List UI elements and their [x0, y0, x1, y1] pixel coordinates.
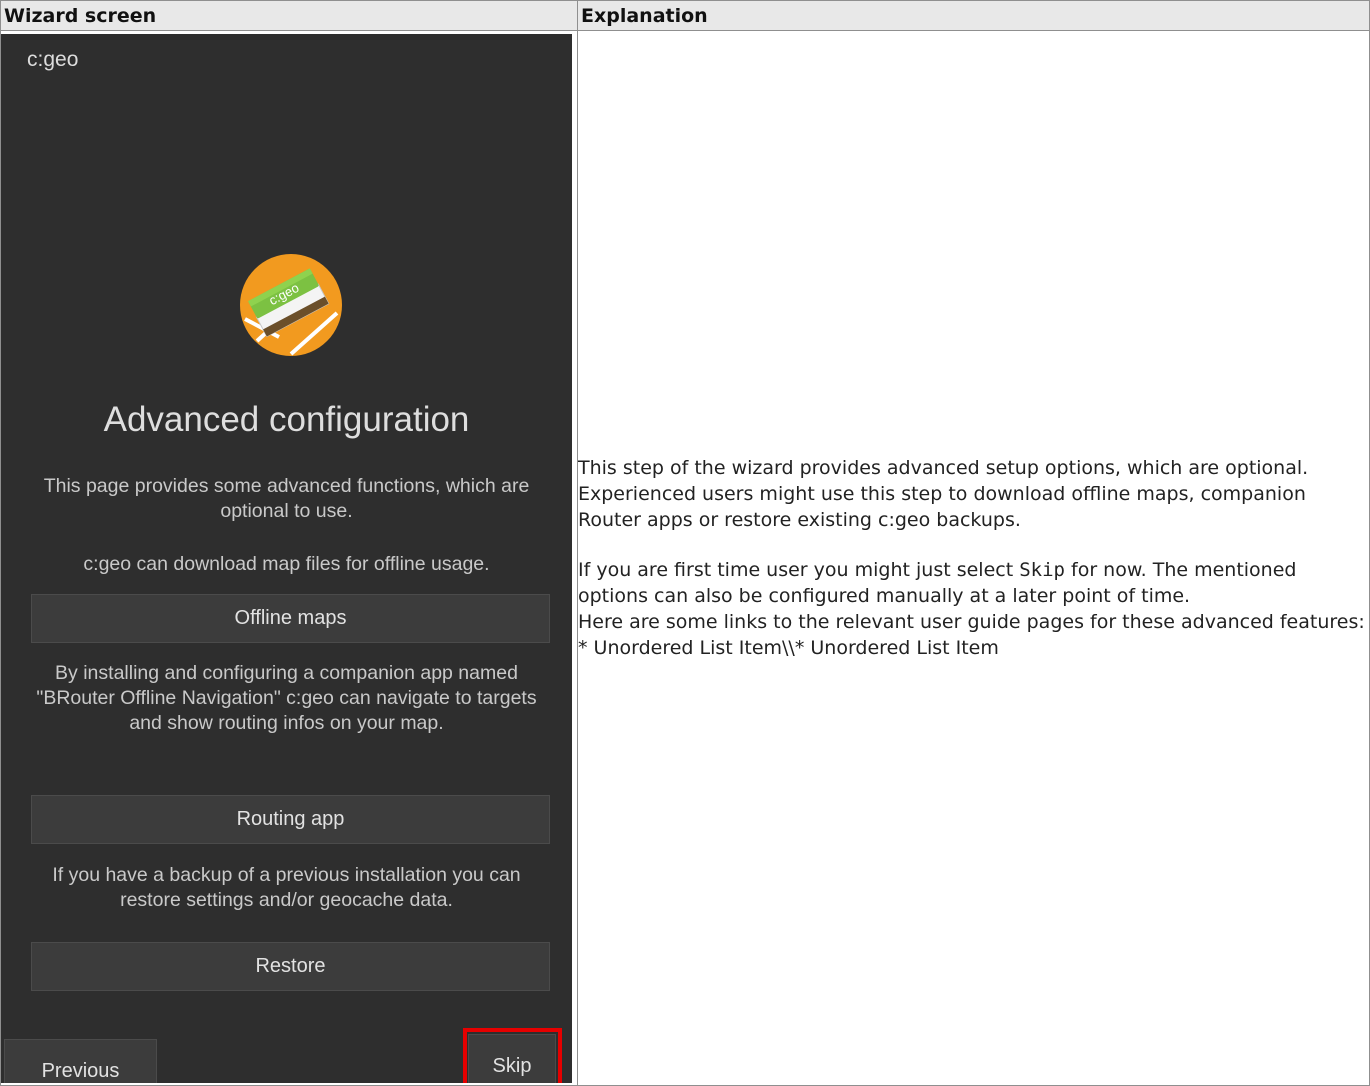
routing-app-text: By installing and configuring a companio… — [36, 661, 537, 734]
wizard-screen-cell: c:geo c:geo Advanced configuration This … — [0, 30, 578, 1086]
unordered-list-line: * Unordered List Item\\* Unordered List … — [578, 637, 999, 659]
header-wizard-screen: Wizard screen — [0, 0, 578, 31]
offline-maps-button[interactable]: Offline maps — [31, 593, 550, 643]
routing-app-button[interactable]: Routing app — [31, 794, 550, 844]
wizard-screenshot: c:geo c:geo Advanced configuration This … — [1, 33, 572, 1083]
restore-button[interactable]: Restore — [31, 941, 550, 991]
explanation-para-2-start: If you are first time user you might jus… — [578, 559, 1020, 581]
app-title: c:geo — [27, 47, 79, 71]
explanation-para-2: If you are first time user you might jus… — [578, 557, 1369, 609]
wizard-explanation-table: Wizard screen Explanation c:geo c:geo Ad… — [0, 0, 1370, 1086]
explanation-para-3: Here are some links to the relevant user… — [578, 611, 1365, 633]
cgeo-logo-icon: c:geo — [240, 253, 342, 356]
wizard-title: Advanced configuration — [103, 399, 470, 439]
restore-text: If you have a backup of a previous insta… — [52, 863, 521, 911]
skip-code: Skip — [1019, 559, 1065, 581]
wizard-intro-text: This page provides some advanced functio… — [43, 474, 530, 522]
explanation-para-1: This step of the wizard provides advance… — [578, 457, 1309, 531]
explanation-cell: This step of the wizard provides advance… — [577, 30, 1370, 1086]
skip-highlight-frame — [463, 1027, 562, 1083]
offline-maps-text: c:geo can download map files for offline… — [83, 552, 490, 575]
header-explanation: Explanation — [577, 0, 1370, 31]
previous-button[interactable]: Previous — [4, 1038, 157, 1083]
